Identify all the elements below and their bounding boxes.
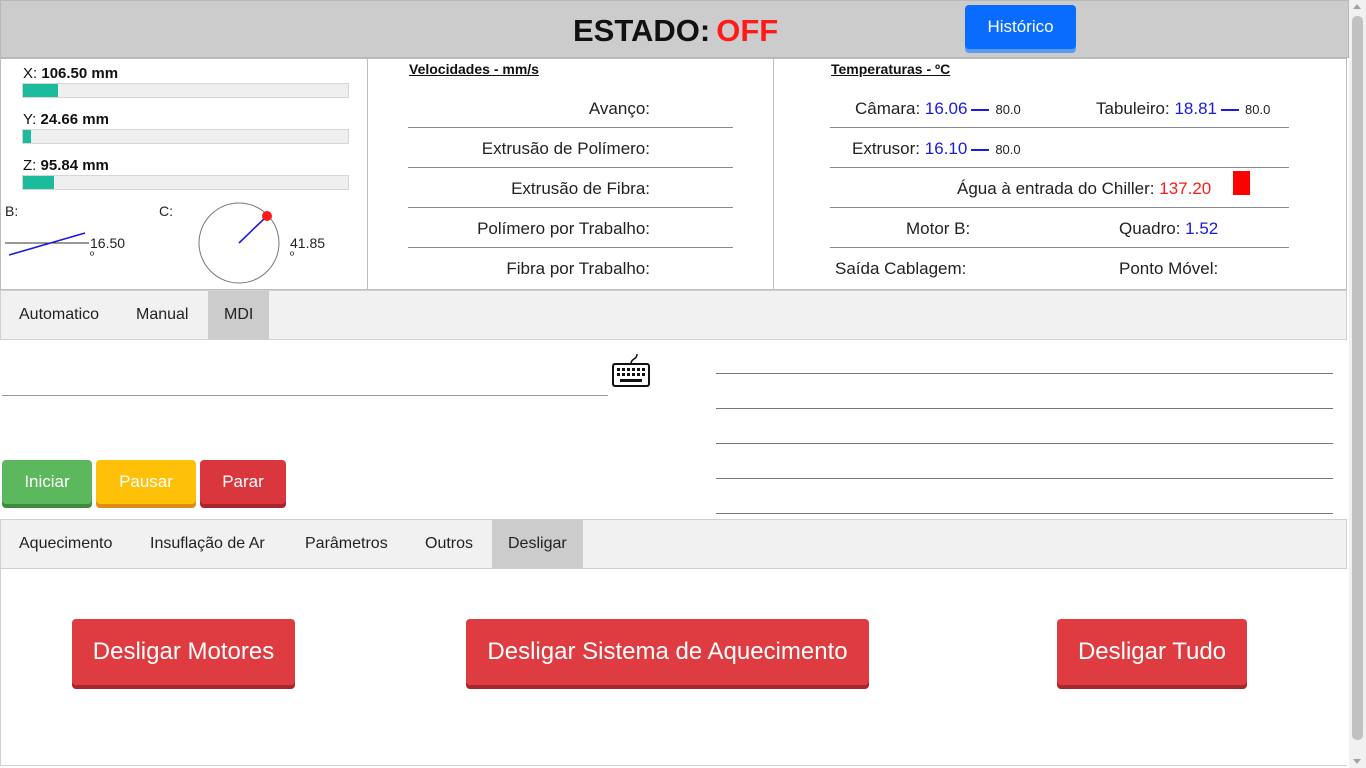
function-tabbar: Aquecimento Insuflação de Ar Parâmetros …: [0, 519, 1347, 569]
b-axis-gauge-icon: [5, 232, 89, 256]
desligar-tudo-button[interactable]: Desligar Tudo: [1057, 619, 1247, 685]
alarm-indicator: [1233, 171, 1250, 195]
camara-setpoint-bar: [971, 108, 990, 111]
mdi-log-line: [716, 443, 1333, 444]
velocidades-panel: Velocidades - mm/s Avanço: Extrusão de P…: [367, 58, 774, 290]
divider: [408, 127, 733, 128]
avanco-label: Avanço:: [588, 99, 650, 118]
tabuleiro-readout: Tabuleiro: 18.81 80.0: [1096, 99, 1270, 119]
mdi-log-line: [716, 408, 1333, 409]
tabuleiro-setpoint: 80.0: [1245, 102, 1271, 117]
z-axis-bar-fill: [23, 176, 55, 189]
x-axis-label: X:: [23, 65, 38, 82]
desligar-aquecimento-button[interactable]: Desligar Sistema de Aquecimento: [466, 619, 869, 685]
keyboard-icon[interactable]: [611, 352, 651, 388]
z-axis-value: 95.84 mm: [40, 157, 109, 174]
mdi-log-line: [716, 373, 1333, 374]
fibra-trabalho-label: Fibra por Trabalho:: [506, 259, 650, 278]
tabuleiro-setpoint-bar: [1221, 108, 1239, 111]
mdi-log-line: [716, 513, 1333, 514]
b-axis-unit: º: [90, 250, 95, 262]
y-axis-bar: [22, 129, 349, 144]
camara-readout: Câmara: 16.06 80.0: [855, 99, 1021, 119]
scroll-down-arrow-icon[interactable]: [1353, 759, 1361, 764]
polimero-trabalho-label: Polímero por Trabalho:: [477, 219, 650, 238]
tabuleiro-label: Tabuleiro:: [1096, 99, 1170, 118]
tab-mdi[interactable]: MDI: [208, 291, 270, 339]
extrusao-polimero-label: Extrusão de Polímero:: [481, 139, 650, 158]
c-axis-label: C:: [159, 203, 173, 219]
mdi-command-input[interactable]: [2, 356, 608, 396]
temperaturas-panel: Temperaturas - ºC Câmara: 16.06 80.0 Tabu…: [773, 58, 1347, 290]
iniciar-button[interactable]: Iniciar: [2, 460, 92, 504]
camara-label: Câmara:: [855, 99, 921, 118]
z-axis-readout: Z: 95.84 mm: [23, 157, 109, 174]
b-axis-label: B:: [5, 203, 19, 219]
extrusor-readout: Extrusor: 16.10 80.0: [852, 139, 1021, 159]
historico-button[interactable]: Histórico: [965, 5, 1076, 49]
status-value: OFF: [716, 13, 779, 48]
x-axis-value: 106.50 mm: [41, 65, 119, 82]
vertical-scrollbar[interactable]: [1349, 0, 1366, 768]
divider: [830, 167, 1289, 168]
extrusao-fibra-label: Extrusão de Fibra:: [511, 179, 650, 198]
x-axis-bar: [22, 83, 349, 98]
status-indicator: ESTADO: OFF: [573, 13, 778, 49]
desligar-motores-button[interactable]: Desligar Motores: [72, 619, 295, 685]
motor-b-label: Motor B:: [906, 219, 971, 238]
x-axis-bar-fill: [23, 84, 58, 97]
tabuleiro-value: 18.81: [1174, 99, 1217, 118]
x-axis-readout: X: 106.50 mm: [23, 65, 118, 82]
page: ESTADO: OFF Histórico X: 106.50 mm Y: 24.…: [0, 0, 1366, 768]
quadro-value: 1.52: [1185, 219, 1219, 238]
y-axis-readout: Y: 24.66 mm: [23, 111, 109, 128]
c-axis-unit: º: [290, 250, 295, 262]
z-axis-bar: [22, 175, 349, 190]
extrusor-setpoint-bar: [971, 148, 990, 151]
quadro-readout: Quadro: 1.52: [1119, 219, 1218, 239]
b-axis-value: 16.50: [90, 235, 126, 251]
extrusor-value: 16.10: [924, 139, 968, 158]
tab-desligar[interactable]: Desligar: [492, 520, 583, 568]
header-bar: ESTADO: OFF Histórico: [0, 0, 1349, 58]
parar-button[interactable]: Parar: [200, 460, 286, 504]
z-axis-label: Z:: [23, 157, 37, 174]
mdi-log-line: [716, 478, 1333, 479]
divider: [408, 207, 733, 208]
tab-parametros[interactable]: Parâmetros: [289, 520, 404, 568]
divider: [830, 207, 1289, 208]
c-axis-value: 41.85: [290, 235, 326, 251]
saida-cablagem-label: Saída Cablagem:: [835, 259, 967, 278]
extrusor-label: Extrusor:: [852, 139, 921, 158]
y-axis-label: Y:: [23, 111, 37, 128]
divider: [408, 167, 733, 168]
mode-tabbar: Automatico Manual MDI: [0, 290, 1347, 340]
pausar-button[interactable]: Pausar: [96, 460, 196, 504]
scroll-thumb[interactable]: [1352, 16, 1363, 740]
scroll-up-arrow-icon[interactable]: [1353, 4, 1361, 9]
quadro-label: Quadro:: [1119, 219, 1181, 238]
temperaturas-title: Temperaturas - ºC: [831, 61, 951, 77]
axes-panel: X: 106.50 mm Y: 24.66 mm Z: 95.84 mm B: …: [0, 58, 368, 290]
c-axis-dial-icon: [198, 202, 280, 284]
divider: [830, 127, 1289, 128]
tab-outros[interactable]: Outros: [409, 520, 489, 568]
camara-value: 16.06: [924, 99, 968, 118]
tab-automatico[interactable]: Automatico: [3, 291, 115, 339]
tab-manual[interactable]: Manual: [120, 291, 204, 339]
y-axis-bar-fill: [23, 130, 32, 143]
agua-chiller-label: Água à entrada do Chiller:: [957, 179, 1155, 198]
extrusor-setpoint: 80.0: [995, 142, 1021, 157]
agua-chiller-value: 137.20: [1159, 179, 1212, 198]
tab-aquecimento[interactable]: Aquecimento: [3, 520, 128, 568]
camara-setpoint: 80.0: [995, 102, 1021, 117]
ponto-movel-label: Ponto Móvel:: [1119, 259, 1219, 278]
y-axis-value: 24.66 mm: [40, 111, 109, 128]
velocidades-title: Velocidades - mm/s: [409, 61, 539, 77]
divider: [830, 247, 1289, 248]
agua-chiller-readout: Água à entrada do Chiller: 137.20: [957, 179, 1211, 199]
status-label: ESTADO:: [573, 13, 711, 48]
tab-insuflacao-ar[interactable]: Insuflação de Ar: [134, 520, 281, 568]
divider: [408, 247, 733, 248]
